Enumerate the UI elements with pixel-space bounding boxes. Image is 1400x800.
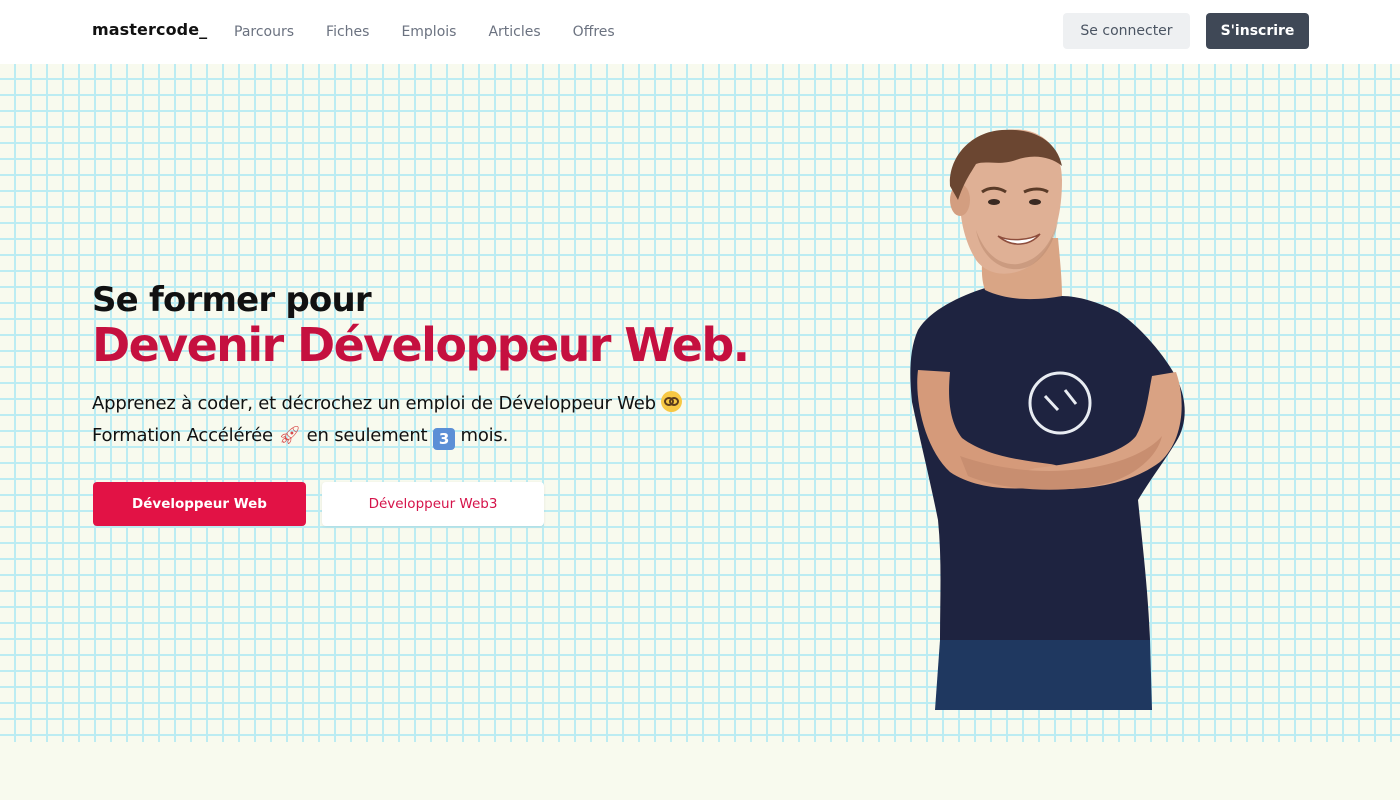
- site-logo[interactable]: mastercode_: [92, 20, 207, 39]
- lead-text-1: Apprenez à coder, et décrochez un emploi…: [92, 393, 656, 414]
- hero-lead: Apprenez à coder, et décrochez un emploi…: [92, 388, 712, 452]
- nav-item-articles[interactable]: Articles: [488, 24, 540, 40]
- cta-web-developer-button[interactable]: Développeur Web: [93, 482, 306, 526]
- hero-title: Se former pour: [92, 280, 372, 320]
- keycap-three-emoji-icon: 3: [432, 428, 455, 450]
- hero-subtitle: Devenir Développeur Web.: [92, 318, 750, 372]
- nav-item-offres[interactable]: Offres: [573, 24, 615, 40]
- nav-item-parcours[interactable]: Parcours: [234, 24, 294, 40]
- lead-text-2c: mois.: [460, 425, 509, 446]
- lead-line-2: Formation Accélérée 🚀︎ en seulement 3 mo…: [92, 420, 712, 452]
- lead-text-2a: Formation Accélérée: [92, 425, 273, 446]
- nav-item-emplois[interactable]: Emplois: [401, 24, 456, 40]
- signup-button[interactable]: S'inscrire: [1206, 13, 1309, 49]
- main-nav: Parcours Fiches Emplois Articles Offres: [234, 0, 615, 64]
- nerd-face-emoji-icon: [661, 391, 683, 412]
- cta-web3-developer-button[interactable]: Développeur Web3: [322, 482, 544, 526]
- login-button[interactable]: Se connecter: [1063, 13, 1190, 49]
- nav-item-fiches[interactable]: Fiches: [326, 24, 369, 40]
- lead-line-1: Apprenez à coder, et décrochez un emploi…: [92, 388, 712, 420]
- rocket-emoji-icon: 🚀︎: [278, 425, 302, 446]
- instructor-photo: [910, 129, 1185, 710]
- top-navbar: mastercode_ Parcours Fiches Emplois Arti…: [0, 0, 1400, 64]
- lead-text-2b: en seulement: [306, 425, 428, 446]
